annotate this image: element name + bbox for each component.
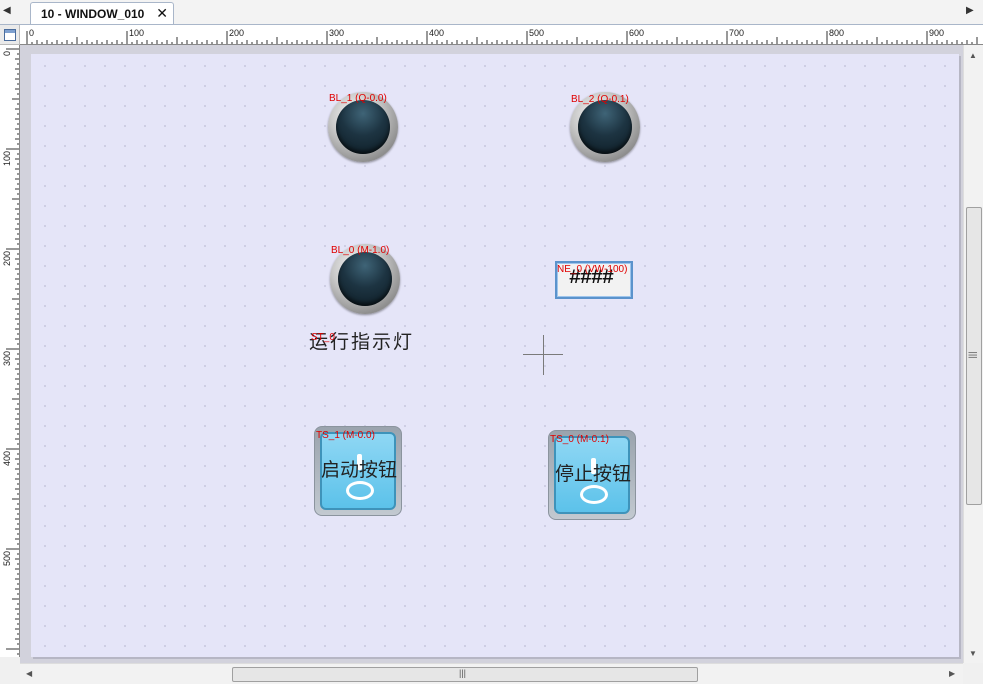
scroll-down-icon[interactable]: ▼: [969, 649, 977, 659]
widget-label-bl1: BL_1 (Q-0.0): [329, 93, 387, 104]
grip-icon: |||: [459, 668, 467, 678]
tab-title: 10 - WINDOW_010: [41, 7, 145, 21]
widget-label-ne0: NE_0 (VW-100): [557, 264, 628, 275]
scroll-right-icon[interactable]: ▶: [949, 669, 955, 679]
canvas-viewport: [20, 45, 963, 663]
ruler-label: 600: [629, 28, 644, 38]
vertical-scroll-thumb[interactable]: |||: [966, 207, 982, 505]
horizontal-ruler-ticks: 0 100 200 300 400 500 600 700 800 900: [26, 28, 978, 44]
ruler-label: 300: [2, 351, 12, 366]
switch-text-stop: 停止按钮: [554, 463, 631, 485]
tab-bar: ◀ 10 - WINDOW_010 ✕ ▶: [0, 0, 983, 25]
tab-close-icon[interactable]: ✕: [156, 5, 168, 21]
ruler-label: 0: [2, 51, 12, 56]
scroll-up-icon[interactable]: ▲: [969, 51, 977, 61]
vertical-ruler-ticks: 0 100 200 300 400 500: [2, 48, 19, 655]
vertical-scrollbar[interactable]: ▲ ||| ▼: [963, 45, 983, 663]
ruler-label: 400: [429, 28, 444, 38]
tab-scroll-left-icon[interactable]: ◀: [3, 5, 11, 17]
scroll-corner: [963, 663, 983, 684]
ruler-label: 200: [229, 28, 244, 38]
ruler-label: 100: [2, 151, 12, 166]
window-icon: [4, 29, 16, 41]
scroll-left-icon[interactable]: ◀: [26, 669, 32, 679]
design-canvas[interactable]: [31, 54, 959, 657]
widget-label-ts0: TS_0 (M-0.1): [550, 434, 609, 445]
switch-text-start: 启动按钮: [320, 459, 397, 481]
ruler-label: 900: [929, 28, 944, 38]
horizontal-scrollbar[interactable]: ◀ ||| ▶: [20, 663, 963, 684]
widget-label-st0: ST_0: [311, 332, 335, 343]
ruler-label: 0: [29, 28, 34, 38]
ruler-label: 100: [129, 28, 144, 38]
horizontal-ruler: 0 100 200 300 400 500 600 700 800 900: [20, 25, 983, 45]
crosshair-cursor-icon: [543, 335, 544, 375]
ruler-label: 500: [2, 551, 12, 566]
ruler-label: 400: [2, 451, 12, 466]
ruler-label: 200: [2, 251, 12, 266]
vertical-ruler: 0 100 200 300 400 500: [0, 45, 20, 657]
ruler-label: 700: [729, 28, 744, 38]
ruler-corner[interactable]: [0, 25, 20, 45]
widget-label-bl2: BL_2 (Q-0.1): [571, 94, 629, 105]
tab-window-010[interactable]: 10 - WINDOW_010 ✕: [30, 2, 174, 24]
ruler-label: 500: [529, 28, 544, 38]
widget-label-ts1: TS_1 (M-0.0): [316, 430, 375, 441]
grip-icon: |||: [968, 351, 979, 359]
ruler-label: 300: [329, 28, 344, 38]
widget-label-bl0: BL_0 (M-1.0): [331, 245, 390, 256]
power-ring-icon: [346, 481, 374, 500]
tab-scroll-right-icon[interactable]: ▶: [966, 5, 974, 17]
horizontal-scroll-thumb[interactable]: |||: [232, 667, 698, 682]
power-ring-icon: [580, 485, 608, 504]
ruler-label: 800: [829, 28, 844, 38]
